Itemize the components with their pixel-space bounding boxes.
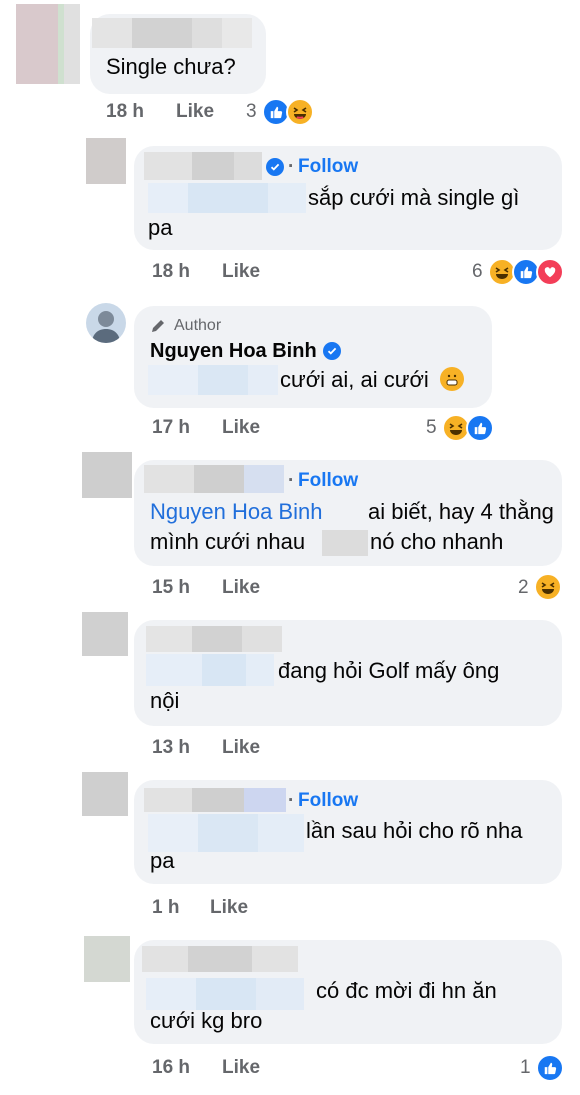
blurred-word [322, 530, 368, 556]
verified-badge-icon [323, 342, 341, 360]
reaction-count[interactable]: 3 [246, 101, 257, 123]
like-button[interactable]: Like [222, 261, 260, 283]
follow-button[interactable]: Follow [298, 156, 358, 178]
like-button[interactable]: Like [222, 737, 260, 759]
blurred-author-name [144, 465, 284, 493]
comment-time[interactable]: 18 h [152, 261, 190, 283]
like-button[interactable]: Like [176, 101, 214, 123]
mention-link[interactable]: Nguyen Hoa Binh [150, 497, 322, 527]
blurred-mention [148, 183, 306, 213]
blurred-author-name [142, 946, 298, 972]
avatar[interactable] [82, 772, 128, 816]
love-reaction-icon [536, 258, 564, 286]
follow-button[interactable]: Follow [298, 790, 358, 812]
comment-time[interactable]: 17 h [152, 417, 190, 439]
reaction-count[interactable]: 1 [520, 1057, 531, 1079]
comment-text-line-1: đang hỏi Golf mấy ông [278, 658, 500, 683]
comment-text-line-1: có đc mời đi hn ăn [316, 978, 497, 1003]
blurred-author-name [146, 626, 282, 652]
avatar[interactable] [16, 4, 80, 84]
comment-time[interactable]: 16 h [152, 1057, 190, 1079]
like-button[interactable]: Like [222, 417, 260, 439]
comment-time[interactable]: 13 h [152, 737, 190, 759]
haha-reaction-icon [534, 573, 562, 601]
comment-text-line-2: pa [150, 848, 175, 873]
separator-dot: · [288, 156, 295, 177]
haha-reaction-icon [286, 98, 314, 126]
avatar[interactable] [84, 936, 130, 982]
pencil-icon [150, 318, 166, 339]
comment-text: cưới ai, ai cưới [280, 367, 429, 392]
comment-text-line-2: cưới kg bro [150, 1008, 263, 1033]
blurred-author-name [144, 152, 262, 180]
blurred-mention [148, 365, 278, 395]
verified-badge-icon [266, 158, 284, 176]
comment-text-line-2: nội [150, 688, 180, 713]
follow-button[interactable]: Follow [298, 470, 358, 492]
comment-text-line-1: ai biết, hay 4 thằng [368, 499, 554, 524]
comment-time[interactable]: 15 h [152, 577, 190, 599]
like-reaction-icon [536, 1054, 564, 1082]
comment-text-line-1: sắp cưới mà single gì [308, 185, 520, 210]
comment-text-line-2a: mình cưới nhau [150, 529, 306, 554]
comment-text: Single chưa? [106, 54, 236, 79]
comment-time[interactable]: 1 h [152, 897, 179, 919]
reaction-count[interactable]: 2 [518, 577, 529, 599]
like-button[interactable]: Like [222, 577, 260, 599]
like-reaction-icon [466, 414, 494, 442]
avatar[interactable] [86, 138, 126, 184]
comment-text-line-1: lần sau hỏi cho rõ nha [306, 818, 523, 843]
avatar[interactable] [82, 452, 132, 498]
comment-text-line-2b: nó cho nhanh [370, 529, 504, 554]
separator-dot: · [288, 790, 295, 811]
author-name[interactable]: Nguyen Hoa Binh [150, 340, 317, 363]
avatar[interactable] [82, 612, 128, 656]
grimace-emoji-icon [440, 367, 464, 391]
blurred-author-name [92, 18, 252, 48]
comment-time[interactable]: 18 h [106, 101, 144, 123]
reaction-count[interactable]: 6 [472, 261, 483, 283]
blurred-author-name [144, 788, 286, 812]
like-button[interactable]: Like [222, 1057, 260, 1079]
separator-dot: · [288, 470, 295, 491]
reaction-count[interactable]: 5 [426, 417, 437, 439]
person-icon [92, 311, 120, 343]
author-avatar[interactable] [86, 303, 126, 343]
author-badge: Author [174, 317, 222, 334]
comment-text-line-2: pa [148, 215, 173, 240]
like-button[interactable]: Like [210, 897, 248, 919]
blurred-mention [146, 654, 274, 686]
